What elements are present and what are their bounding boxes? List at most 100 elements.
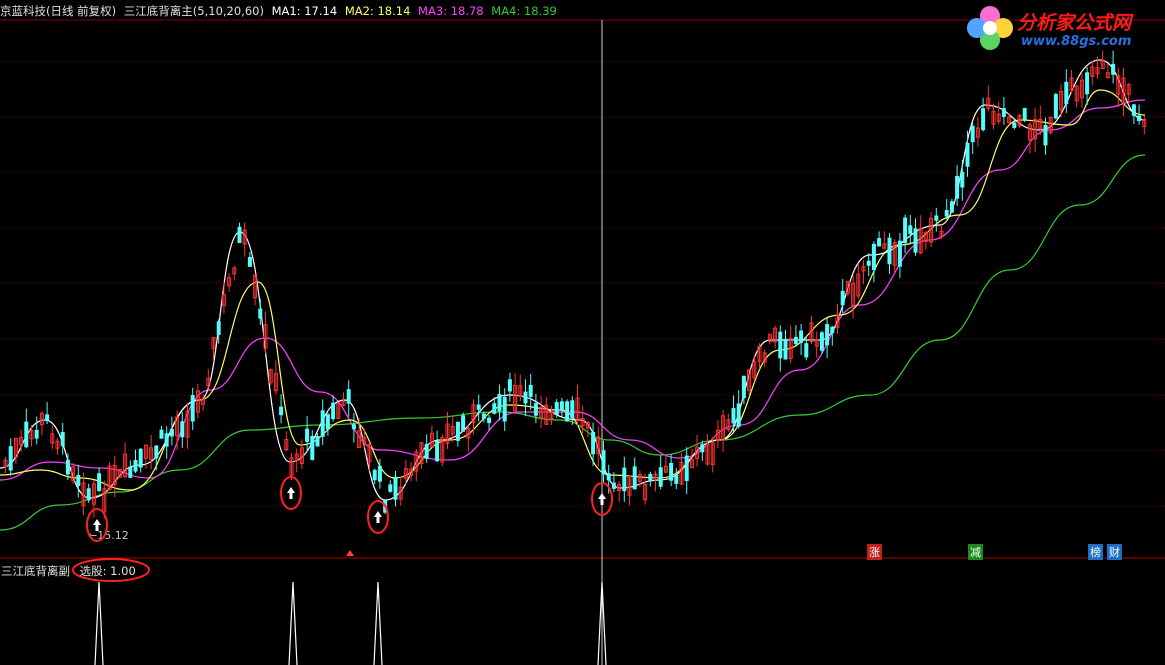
candle-body	[476, 404, 481, 410]
candle-body	[1012, 122, 1017, 128]
candle-body	[622, 467, 627, 492]
candle-body	[1111, 63, 1116, 75]
candle-body	[310, 435, 315, 460]
candle-body	[461, 415, 466, 432]
candle-body	[435, 440, 440, 462]
candle-body	[497, 393, 502, 412]
candle-body	[903, 217, 908, 244]
candle-body	[258, 308, 263, 319]
candle-body	[674, 474, 679, 484]
kline-chart[interactable]: ←15.12	[0, 0, 1165, 665]
candle-body	[216, 321, 221, 335]
candle-body	[190, 395, 195, 422]
candle-body	[669, 462, 674, 481]
candle-body	[331, 402, 336, 420]
ma4-line	[0, 154, 1146, 531]
candle-body	[1043, 124, 1048, 146]
selection-spike	[373, 581, 383, 665]
candle-body	[684, 455, 689, 482]
candle-body	[320, 410, 325, 437]
flower-logo-icon	[967, 6, 1013, 50]
candle-body	[606, 473, 611, 481]
ma4-value: MA4: 18.39	[491, 4, 557, 18]
candle-body	[247, 256, 252, 267]
candle-body	[76, 474, 81, 486]
candle-body	[970, 125, 975, 143]
stock-name: 京蓝科技(日线 前复权)	[0, 4, 117, 18]
candle-body	[164, 433, 169, 447]
candle-body	[960, 171, 965, 188]
candle-body	[825, 324, 830, 346]
candle-body	[523, 391, 528, 404]
candle-body	[887, 237, 892, 265]
candle-body	[1131, 104, 1136, 116]
candle-body	[45, 414, 50, 422]
candle-body	[559, 401, 564, 411]
candle-body	[908, 225, 913, 235]
candle-body	[393, 476, 398, 500]
candle-body	[565, 401, 570, 422]
chart-header: 京蓝科技(日线 前复权) 三江底背离主(5,10,20,60) MA1: 17.…	[0, 3, 561, 19]
tag-reduce[interactable]: 减	[968, 544, 983, 560]
candle-body	[388, 484, 393, 492]
candle-body	[528, 384, 533, 397]
candle-body	[24, 421, 29, 448]
candle-body	[86, 488, 91, 501]
candle-body	[944, 210, 949, 217]
candle-body	[487, 417, 492, 424]
indicator-name: 三江底背离主(5,10,20,60)	[123, 4, 264, 18]
sub-indicator-value: 选股: 1.00	[79, 564, 136, 578]
candle-body	[955, 175, 960, 199]
candle-body	[351, 424, 356, 430]
candle-body	[934, 215, 939, 221]
candle-body	[169, 428, 174, 437]
candle-body	[736, 403, 741, 427]
sub-indicator-name: 三江底背离副	[1, 564, 70, 578]
candle-body	[913, 228, 918, 253]
candle-body	[377, 465, 382, 482]
tag-rise[interactable]: 涨	[867, 544, 882, 560]
candle-body	[34, 429, 39, 439]
candle-body	[180, 421, 185, 438]
logo-text: 分析家公式网	[1017, 12, 1132, 34]
candle-body	[611, 482, 616, 489]
candle-body	[700, 444, 705, 453]
ma1-value: MA1: 17.14	[271, 4, 338, 18]
candle-body	[424, 443, 429, 459]
up-arrow-icon	[374, 511, 382, 523]
candle-body	[897, 240, 902, 267]
candle-body	[1022, 108, 1027, 120]
candle-body	[237, 226, 242, 244]
candle-body	[981, 108, 986, 131]
candle-body	[502, 397, 507, 422]
candle-body	[783, 338, 788, 360]
candle-body	[315, 436, 320, 447]
candle-body	[819, 332, 824, 351]
tag-finance[interactable]: 财	[1107, 544, 1122, 560]
marker-icon	[346, 550, 354, 556]
candle-body	[741, 375, 746, 399]
candle-body	[793, 336, 798, 345]
candle-body	[481, 413, 486, 419]
candle-body	[305, 428, 310, 442]
ma3-value: MA3: 18.78	[418, 4, 484, 18]
candle-body	[346, 389, 351, 404]
candle-body	[731, 408, 736, 424]
candle-body	[658, 467, 663, 487]
candle-body	[8, 446, 13, 471]
tag-rank[interactable]: 榜	[1088, 544, 1103, 560]
ma2-value: MA2: 18.14	[344, 4, 411, 18]
selection-spike	[288, 581, 298, 665]
candle-body	[965, 142, 970, 167]
up-arrow-icon	[598, 493, 606, 505]
candle-body	[830, 326, 835, 334]
candle-body	[455, 422, 460, 441]
candle-body	[949, 201, 954, 213]
candle-body	[154, 445, 159, 459]
candle-body	[279, 406, 284, 416]
candle-body	[325, 414, 330, 430]
candle-body	[138, 448, 143, 468]
candle-body	[60, 432, 65, 447]
candle-body	[554, 402, 559, 415]
candle-body	[1137, 115, 1142, 122]
